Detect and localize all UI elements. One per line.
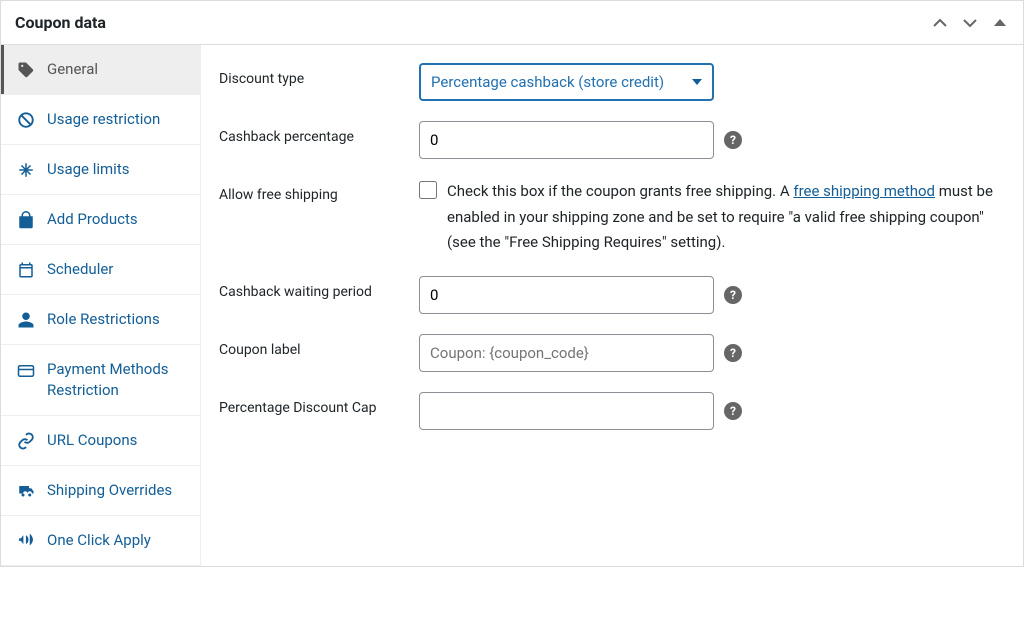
discount-type-label: Discount type [219, 63, 409, 87]
cashback-percentage-label: Cashback percentage [219, 121, 409, 145]
collapse-icon[interactable] [991, 14, 1009, 32]
panel-header: Coupon data [1, 1, 1023, 45]
sidebar-item-label: One Click Apply [47, 530, 151, 551]
discount-cap-label: Percentage Discount Cap [219, 392, 409, 416]
sidebar-item-label: Payment Methods Restriction [47, 359, 184, 401]
card-icon [17, 362, 35, 380]
row-allow-free-shipping: Allow free shipping Check this box if th… [219, 179, 1005, 256]
calendar-icon [17, 261, 35, 279]
move-up-icon[interactable] [931, 14, 949, 32]
sidebar-item-add-products[interactable]: Add Products [1, 195, 200, 245]
sidebar-item-label: URL Coupons [47, 430, 137, 451]
sidebar-item-general[interactable]: General [1, 45, 200, 95]
sidebar-item-shipping-overrides[interactable]: Shipping Overrides [1, 466, 200, 516]
limits-icon [17, 161, 35, 179]
cashback-waiting-label: Cashback waiting period [219, 276, 409, 300]
truck-icon [17, 483, 35, 501]
sidebar-item-one-click-apply[interactable]: One Click Apply [1, 516, 200, 566]
row-coupon-label: Coupon label ? [219, 334, 1005, 372]
help-icon[interactable]: ? [724, 286, 742, 304]
help-icon[interactable]: ? [724, 131, 742, 149]
bag-icon [17, 211, 35, 229]
panel-controls [931, 14, 1009, 32]
coupon-data-panel: Coupon data General [0, 0, 1024, 567]
sidebar-item-usage-restriction[interactable]: Usage restriction [1, 95, 200, 145]
help-icon[interactable]: ? [724, 402, 742, 420]
discount-cap-input[interactable] [419, 392, 714, 430]
sidebar: General Usage restriction Usage limits A… [1, 45, 201, 566]
sidebar-item-label: Scheduler [47, 259, 113, 280]
sidebar-item-url-coupons[interactable]: URL Coupons [1, 416, 200, 466]
tag-icon [17, 61, 35, 79]
user-icon [17, 311, 35, 329]
row-cashback-waiting: Cashback waiting period ? [219, 276, 1005, 314]
coupon-label-input[interactable] [419, 334, 714, 372]
sidebar-item-label: Add Products [47, 209, 138, 230]
link-icon [17, 432, 35, 450]
sidebar-item-usage-limits[interactable]: Usage limits [1, 145, 200, 195]
allow-free-shipping-desc: Check this box if the coupon grants free… [447, 179, 1005, 256]
row-cashback-percentage: Cashback percentage ? [219, 121, 1005, 159]
free-shipping-method-link[interactable]: free shipping method [793, 182, 935, 200]
sidebar-item-label: Usage restriction [47, 109, 160, 130]
discount-type-select[interactable]: Percentage cashback (store credit) [419, 63, 714, 101]
sidebar-item-role-restrictions[interactable]: Role Restrictions [1, 295, 200, 345]
row-discount-cap: Percentage Discount Cap ? [219, 392, 1005, 430]
help-icon[interactable]: ? [724, 344, 742, 362]
cashback-waiting-input[interactable] [419, 276, 714, 314]
sidebar-item-label: General [47, 59, 98, 80]
panel-title: Coupon data [15, 13, 106, 32]
move-down-icon[interactable] [961, 14, 979, 32]
coupon-label-label: Coupon label [219, 334, 409, 358]
sidebar-item-label: Role Restrictions [47, 309, 160, 330]
panel-body: General Usage restriction Usage limits A… [1, 45, 1023, 566]
form-area: Discount type Percentage cashback (store… [201, 45, 1023, 566]
sidebar-item-label: Usage limits [47, 159, 129, 180]
cashback-percentage-input[interactable] [419, 121, 714, 159]
sidebar-item-payment-methods[interactable]: Payment Methods Restriction [1, 345, 200, 416]
row-discount-type: Discount type Percentage cashback (store… [219, 63, 1005, 101]
sidebar-item-scheduler[interactable]: Scheduler [1, 245, 200, 295]
sidebar-item-label: Shipping Overrides [47, 480, 172, 501]
allow-free-shipping-label: Allow free shipping [219, 179, 409, 203]
allow-free-shipping-checkbox[interactable] [419, 181, 437, 199]
ban-icon [17, 111, 35, 129]
megaphone-icon [17, 532, 35, 550]
